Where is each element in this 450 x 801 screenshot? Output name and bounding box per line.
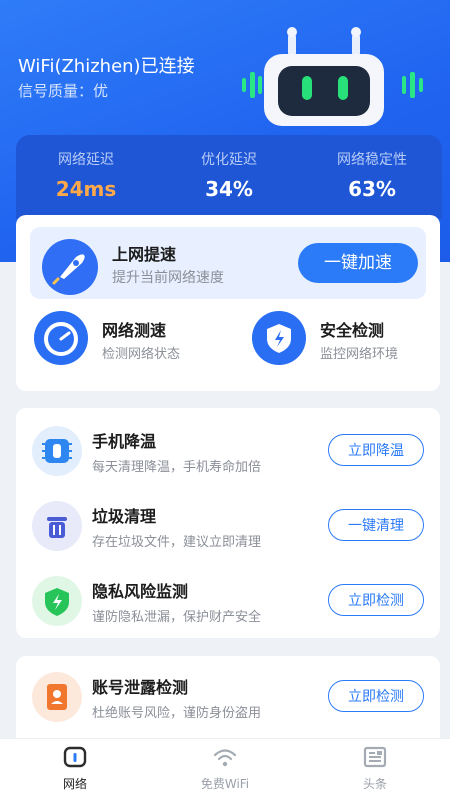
list-item-account-leak[interactable]: 账号泄露检测 杜绝账号风险，谨防身份盗用 立即检测	[16, 662, 440, 732]
tab-label: 免费WiFi	[200, 777, 250, 791]
stat-value: 34%	[205, 177, 253, 201]
tool-title: 网络测速	[102, 321, 167, 340]
speedometer-icon	[34, 311, 88, 365]
list-item-privacy-risk[interactable]: 隐私风险监测 谨防隐私泄漏，保护财产安全 立即检测	[16, 566, 440, 636]
list-item-subtitle: 每天清理降温，手机寿命加倍	[92, 460, 262, 475]
tool-title: 安全检测	[320, 321, 385, 340]
stat-value: 24ms	[55, 177, 117, 201]
cool-down-button[interactable]: 立即降温	[328, 434, 424, 466]
bottom-tab-bar: 网络 免费WiFi 头条	[0, 738, 450, 801]
tool-security-check[interactable]: 安全检测 监控网络环境	[252, 311, 442, 371]
shield-icon	[252, 311, 306, 365]
boost-panel[interactable]: 上网提速 提升当前网络速度 一键加速	[30, 227, 426, 299]
privacy-shield-icon	[32, 576, 82, 626]
tools-list-card: 手机降温 每天清理降温，手机寿命加倍 立即降温 垃圾清理 存在垃圾文件，建议立即…	[16, 408, 440, 638]
boost-title: 上网提速	[112, 245, 177, 264]
list-item-subtitle: 谨防隐私泄漏，保护财产安全	[92, 610, 262, 625]
list-item-subtitle: 存在垃圾文件，建议立即清理	[92, 535, 262, 550]
account-check-button[interactable]: 立即检测	[328, 680, 424, 712]
tab-headlines[interactable]: 头条	[300, 745, 450, 792]
tool-subtitle: 监控网络环境	[320, 347, 399, 362]
wifi-icon	[213, 749, 237, 767]
list-item-title: 隐私风险监测	[92, 582, 189, 601]
list-item-title: 垃圾清理	[92, 507, 157, 526]
list-item-title: 账号泄露检测	[92, 678, 189, 697]
tab-network[interactable]: 网络	[0, 745, 150, 792]
stat-label: 网络稳定性	[337, 152, 407, 168]
stat-stability: 网络稳定性 63%	[302, 149, 442, 201]
trash-icon	[32, 501, 82, 551]
id-badge-icon	[32, 672, 82, 722]
newspaper-icon	[363, 746, 387, 768]
stat-latency: 网络延迟 24ms	[16, 149, 156, 201]
signal-quality: 信号质量：优	[18, 82, 109, 100]
rocket-icon	[42, 239, 98, 295]
stat-optimized: 优化延迟 34%	[159, 149, 299, 201]
list-item-title: 手机降温	[92, 432, 157, 451]
tool-speed-test[interactable]: 网络测速 检测网络状态	[34, 311, 234, 371]
tool-subtitle: 检测网络状态	[102, 347, 181, 362]
stat-value: 63%	[348, 177, 396, 201]
privacy-check-button[interactable]: 立即检测	[328, 584, 424, 616]
wifi-status: WiFi(Zhizhen)已连接	[18, 56, 195, 77]
stat-label: 网络延迟	[58, 152, 114, 168]
network-stats: 网络延迟 24ms 优化延迟 34% 网络稳定性 63%	[16, 135, 442, 219]
junk-clean-button[interactable]: 一键清理	[328, 509, 424, 541]
list-item-junk-clean[interactable]: 垃圾清理 存在垃圾文件，建议立即清理 一键清理	[16, 491, 440, 561]
tab-free-wifi[interactable]: 免费WiFi	[150, 745, 300, 792]
list-item-subtitle: 杜绝账号风险，谨防身份盗用	[92, 706, 262, 721]
boost-button[interactable]: 一键加速	[298, 243, 418, 283]
network-tab-icon	[63, 746, 87, 768]
list-item-cool-down[interactable]: 手机降温 每天清理降温，手机寿命加倍 立即降温	[16, 416, 440, 486]
boost-subtitle: 提升当前网络速度	[112, 270, 224, 286]
tab-label: 头条	[362, 777, 387, 791]
tab-label: 网络	[62, 777, 87, 791]
main-card: 上网提速 提升当前网络速度 一键加速 网络测速 检测网络状态 安全检测 监控网络…	[16, 215, 440, 391]
stat-label: 优化延迟	[201, 152, 257, 168]
robot-mascot-icon	[242, 27, 423, 126]
chip-thermometer-icon	[32, 426, 82, 476]
